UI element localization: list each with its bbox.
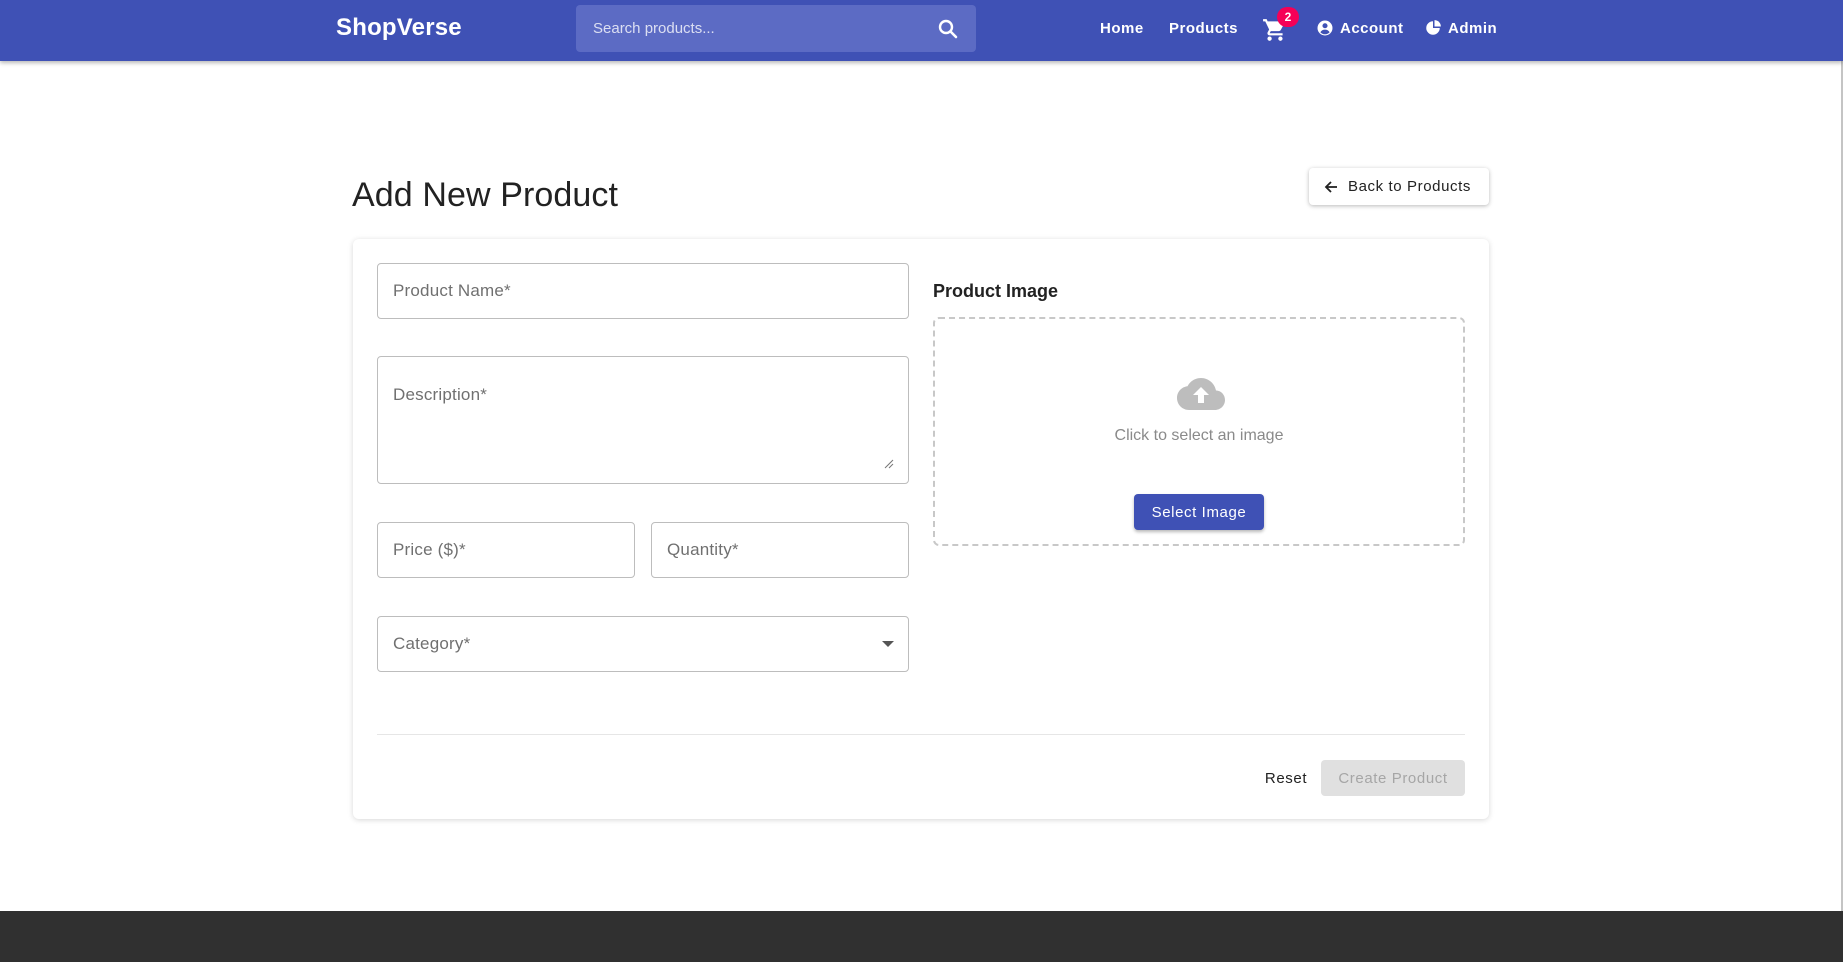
page-footer [0, 911, 1843, 962]
category-label: Category* [393, 634, 471, 653]
price-label: Price ($)* [393, 540, 466, 559]
search-input[interactable] [576, 5, 926, 52]
form-divider [377, 734, 1465, 735]
nav-account-link[interactable]: Account [1316, 19, 1404, 37]
back-to-products-button[interactable]: Back to Products [1309, 168, 1489, 205]
reset-button[interactable]: Reset [1246, 760, 1326, 796]
quantity-field[interactable]: Quantity* [651, 522, 909, 578]
dropzone-hint: Click to select an image [1114, 427, 1284, 444]
create-product-button[interactable]: Create Product [1321, 760, 1465, 796]
arrow-back-icon [1324, 180, 1337, 193]
page-title: Add New Product [352, 176, 619, 214]
product-form-card: Product Name* Description* Price ($)* Qu… [353, 239, 1489, 819]
nav-admin-label: Admin [1448, 19, 1498, 37]
brand-logo[interactable]: ShopVerse [336, 14, 462, 42]
back-to-products-label: Back to Products [1348, 178, 1471, 195]
nav-products-link[interactable]: Products [1169, 20, 1238, 37]
quantity-label: Quantity* [667, 540, 739, 559]
product-image-heading: Product Image [933, 281, 1059, 301]
product-name-label: Product Name* [393, 281, 511, 300]
description-label: Description* [393, 385, 488, 404]
category-select[interactable]: Category* [377, 616, 909, 672]
search-box [576, 5, 976, 52]
cart-count-badge: 2 [1277, 7, 1299, 27]
product-name-field[interactable]: Product Name* [377, 263, 909, 319]
nav-admin-link[interactable]: Admin [1424, 19, 1497, 37]
select-image-button[interactable]: Select Image [1134, 494, 1264, 530]
description-field[interactable]: Description* [377, 356, 909, 484]
dropdown-arrow-icon [882, 641, 894, 647]
price-field[interactable]: Price ($)* [377, 522, 635, 578]
resize-handle-icon[interactable] [884, 459, 894, 469]
search-icon[interactable] [936, 17, 960, 41]
nav-home-link[interactable]: Home [1100, 20, 1144, 37]
dashboard-icon [1426, 20, 1441, 35]
top-app-bar: ShopVerse Home Products 2 Account Admin [0, 0, 1843, 61]
nav-account-label: Account [1340, 19, 1404, 37]
cloud-upload-icon [1177, 378, 1225, 410]
image-dropzone[interactable]: Click to select an image Select Image [933, 317, 1465, 546]
account-circle-icon [1317, 20, 1333, 36]
